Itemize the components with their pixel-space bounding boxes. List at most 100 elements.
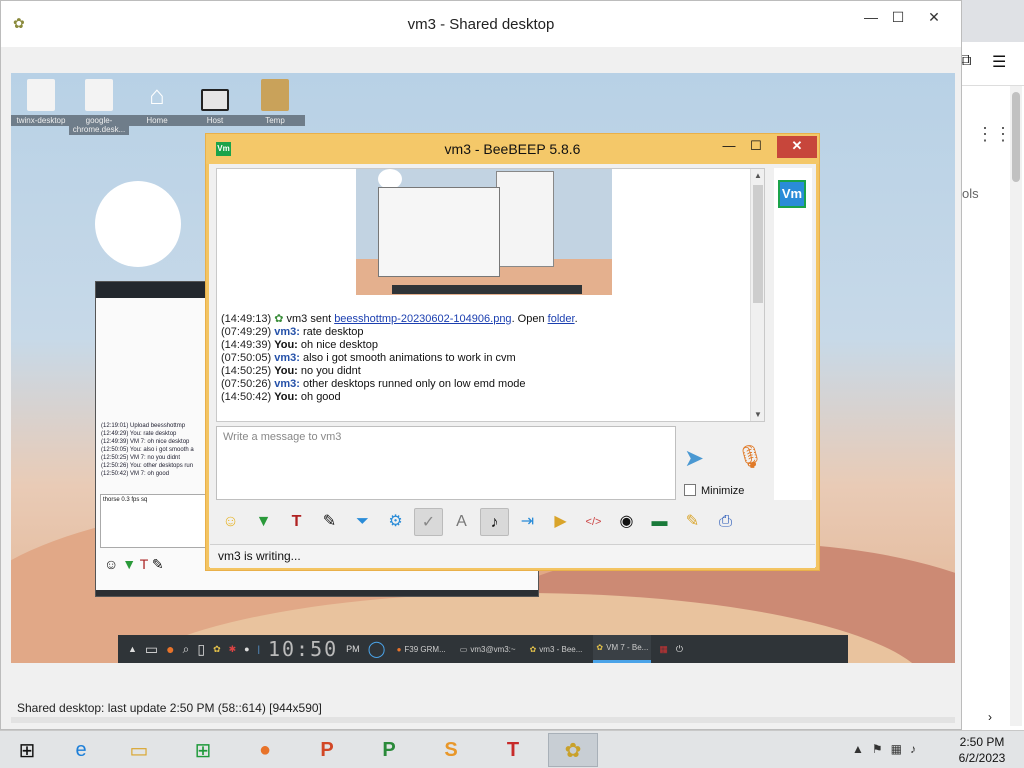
power-icon[interactable]: ⏻ xyxy=(676,644,683,655)
chat-scrollbar[interactable]: ▲ ▼ xyxy=(750,169,764,421)
arrow-down-icon[interactable]: ▼ xyxy=(122,556,136,572)
file-icon[interactable]: ▯ xyxy=(197,641,205,658)
network-icon[interactable]: ▦ xyxy=(891,742,902,756)
notes-icon[interactable]: ✎ xyxy=(678,508,707,536)
chat-minimize-button[interactable]: — xyxy=(714,136,744,158)
search-icon[interactable]: ⌕ xyxy=(183,642,190,657)
emoji-icon[interactable]: ☺ xyxy=(216,508,245,536)
bee-icon[interactable]: ✿ xyxy=(213,644,221,655)
chat-message: (14:49:13) ✿ vm3 sent beesshottmp-202306… xyxy=(221,313,578,325)
scroll-thumb[interactable] xyxy=(753,185,763,303)
screen-share-icon[interactable]: ▬ xyxy=(645,508,674,536)
desktop-icon-host[interactable]: Host xyxy=(185,79,245,126)
dock-task[interactable]: ✿ vm3 - Bee... xyxy=(527,635,586,663)
chat-toolbar: ☺ ▼ T ✎ ⏷ ⚙ ✓ A ♪ ⇥ ▶ </> ◉ ▬ ✎ ⎙ xyxy=(216,506,802,538)
dock-clock: 10:50 xyxy=(267,637,339,661)
gears-icon[interactable]: ⚙ xyxy=(381,508,410,536)
flag-icon[interactable]: ⚑ xyxy=(872,742,883,756)
bug-icon[interactable]: ✱ xyxy=(229,644,237,655)
filter-icon[interactable]: ⏷ xyxy=(348,508,377,536)
beebeep-icon[interactable]: ✿ xyxy=(548,733,598,767)
arrow-down-icon[interactable]: ▼ xyxy=(249,508,278,536)
thermometer-icon: | xyxy=(257,644,260,654)
message-input[interactable]: Write a message to vm3 xyxy=(216,426,676,500)
screenshot-file-link[interactable]: beesshottmp-20230602-104906.png xyxy=(334,313,511,325)
chat-close-button[interactable]: ✕ xyxy=(777,136,817,158)
desktop-icon-home[interactable]: ⌂ Home xyxy=(127,79,187,126)
us-flag-icon[interactable]: ▦ xyxy=(659,644,668,655)
scroll-down-icon[interactable]: ▼ xyxy=(751,410,764,419)
mic-icon[interactable]: ● xyxy=(244,644,249,654)
text-format-icon[interactable]: T xyxy=(140,556,148,572)
send-icon[interactable]: ➤ xyxy=(684,444,704,473)
folder-send-icon[interactable]: ▶ xyxy=(546,508,575,536)
chat-maximize-button[interactable]: ☐ xyxy=(741,136,771,158)
desktop-icon-twinx[interactable]: twinx-desktop xyxy=(11,79,71,126)
internet-explorer-icon[interactable]: e xyxy=(56,733,106,767)
chat-message: (07:50:05) vm3: also i got smooth animat… xyxy=(221,352,516,364)
beebeep-titlebar[interactable]: Vm vm3 - BeeBEEP 5.8.6 — ☐ ✕ xyxy=(206,134,819,164)
remote-chat-log: (12:19:01) Upload beesshottmp (12:49:29)… xyxy=(101,423,194,477)
horizontal-scrollbar[interactable] xyxy=(11,717,955,723)
chevron-up-icon[interactable]: ▲ xyxy=(852,742,864,756)
menu-icon[interactable]: ☰ xyxy=(992,52,1006,72)
code-icon[interactable]: </> xyxy=(579,508,608,536)
save-icon[interactable]: ⎙ xyxy=(711,508,740,536)
chat-message: (14:49:39) You: oh nice desktop xyxy=(221,339,378,351)
chat-message: (14:50:42) You: oh good xyxy=(221,391,341,403)
close-button[interactable]: ✕ xyxy=(919,9,949,26)
open-folder-link[interactable]: folder xyxy=(548,313,575,325)
shared-desktop-titlebar[interactable]: ✿ vm3 - Shared desktop — ☐ ✕ xyxy=(1,1,961,47)
windows-start-icon[interactable]: ⊞ xyxy=(2,733,52,767)
microphone-icon[interactable]: 🎙 xyxy=(736,444,764,470)
desktop-icon-temp[interactable]: Temp xyxy=(245,79,305,126)
scroll-right-icon[interactable]: › xyxy=(988,710,992,724)
firefox-icon[interactable]: ● xyxy=(240,733,290,767)
minimize-button[interactable]: — xyxy=(856,9,886,25)
camera-icon[interactable]: ◉ xyxy=(612,508,641,536)
laptop-icon[interactable]: ▭ xyxy=(145,641,158,658)
spellcheck-icon[interactable]: ✓ xyxy=(414,508,443,536)
circle-icon[interactable]: ◯ xyxy=(368,639,386,659)
desktop-icon-chrome[interactable]: google-chrome.desk... xyxy=(69,79,129,135)
screenshot-preview-image[interactable] xyxy=(356,169,612,295)
remote-chat-input[interactable]: thorse 0.3 fps sq xyxy=(100,494,206,548)
maximize-button[interactable]: ☐ xyxy=(883,9,913,26)
apps-grid-icon[interactable]: ⋮⋮ xyxy=(976,124,1012,145)
pen-icon[interactable]: ✎ xyxy=(315,508,344,536)
dock-task-active[interactable]: ✿ VM 7 - Be... xyxy=(593,635,652,663)
browser-scrollbar[interactable] xyxy=(1010,86,1022,726)
file-send-icon[interactable]: ⇥ xyxy=(513,508,542,536)
text-format-icon[interactable]: T xyxy=(282,508,311,536)
powerpoint-icon[interactable]: P xyxy=(302,733,352,767)
firefox-icon[interactable]: ● xyxy=(166,641,174,657)
file-icon xyxy=(85,79,113,111)
font-icon[interactable]: A xyxy=(447,508,476,536)
chat-message-area[interactable]: (14:49:13) ✿ vm3 sent beesshottmp-202306… xyxy=(216,168,765,422)
minimize-label: Minimize xyxy=(701,485,745,497)
dock-task[interactable]: ● F39 GRM... xyxy=(394,635,449,663)
dock-clock-suffix: PM xyxy=(346,644,360,654)
taskbar-clock[interactable]: 2:50 PM 6/2/2023 xyxy=(950,734,1014,766)
scroll-up-icon[interactable]: ▲ xyxy=(751,171,764,180)
pen-icon[interactable]: ✎ xyxy=(152,556,164,572)
home-icon: ⌂ xyxy=(149,80,165,110)
chevron-up-icon[interactable]: ▲ xyxy=(128,644,137,654)
wallpaper-sun xyxy=(95,181,181,267)
store-icon[interactable]: ⊞ xyxy=(178,733,228,767)
music-note-icon[interactable]: ♪ xyxy=(480,508,509,536)
minimize-checkbox[interactable] xyxy=(684,484,696,496)
chat-message: (07:49:29) vm3: rate desktop xyxy=(221,326,364,338)
volume-icon[interactable]: ♪ xyxy=(910,742,916,756)
avatar[interactable]: Vm xyxy=(778,180,806,208)
t-app-icon[interactable]: T xyxy=(488,733,538,767)
remote-window-bottom xyxy=(96,590,538,596)
folder-icon xyxy=(261,79,289,111)
file-icon xyxy=(27,79,55,111)
sway-icon[interactable]: S xyxy=(426,733,476,767)
dock-task[interactable]: ▭ vm3@vm3:~ xyxy=(457,635,519,663)
emoji-icon[interactable]: ☺ xyxy=(104,556,118,572)
beebeep-chat-window: Vm vm3 - BeeBEEP 5.8.6 — ☐ ✕ (14:49:13) … xyxy=(205,133,820,571)
file-explorer-icon[interactable]: ▭ xyxy=(114,733,164,767)
publisher-icon[interactable]: P xyxy=(364,733,414,767)
